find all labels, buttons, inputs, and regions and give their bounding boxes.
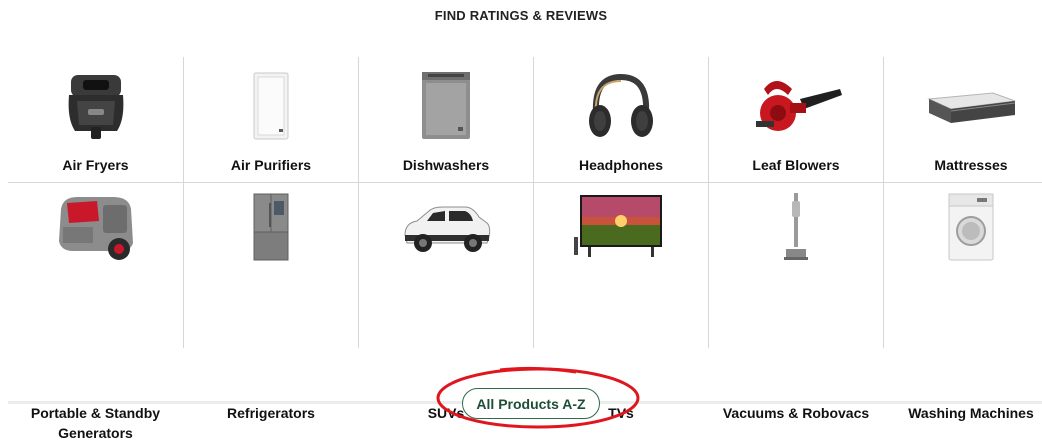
category-suvs[interactable]: SUVs bbox=[358, 183, 533, 421]
generator-icon bbox=[8, 191, 183, 263]
category-label: Portable & Standby Generators bbox=[30, 405, 161, 441]
category-label: Leaf Blowers bbox=[752, 157, 840, 173]
category-tvs[interactable]: TVs bbox=[533, 183, 708, 421]
category-label: Air Fryers bbox=[62, 157, 129, 173]
category-label: Vacuums & Robovacs bbox=[722, 405, 870, 421]
section-heading: FIND RATINGS & REVIEWS bbox=[434, 8, 608, 23]
suv-icon bbox=[359, 191, 533, 263]
category-label: Mattresses bbox=[934, 157, 1008, 173]
category-headphones[interactable]: Headphones bbox=[533, 57, 708, 183]
leaf-blower-icon bbox=[709, 67, 883, 142]
refrigerator-icon bbox=[184, 191, 358, 263]
air-fryer-icon bbox=[8, 67, 183, 142]
category-label: Refrigerators bbox=[227, 405, 315, 421]
category-vacuums[interactable]: Vacuums & Robovacs bbox=[708, 183, 883, 421]
category-air-purifiers[interactable]: Air Purifiers bbox=[183, 57, 358, 183]
mattress-icon bbox=[884, 67, 1042, 142]
all-products-az-button[interactable]: All Products A-Z bbox=[462, 388, 600, 419]
category-label: Air Purifiers bbox=[230, 157, 312, 173]
category-refrigerators[interactable]: Refrigerators bbox=[183, 183, 358, 421]
category-label: Washing Machines bbox=[908, 405, 1034, 421]
category-dishwashers[interactable]: Dishwashers bbox=[358, 57, 533, 183]
headphones-icon bbox=[534, 67, 708, 142]
category-label: Headphones bbox=[578, 157, 663, 173]
vacuum-icon bbox=[709, 191, 883, 263]
dishwasher-icon bbox=[359, 67, 533, 142]
category-label: Dishwashers bbox=[402, 157, 490, 173]
category-mattresses[interactable]: Mattresses bbox=[883, 57, 1042, 183]
category-air-fryers[interactable]: Air Fryers bbox=[8, 57, 183, 183]
category-grid: Air Fryers Air Purifiers Dishwashers Hea… bbox=[8, 57, 1042, 441]
washing-machine-icon bbox=[884, 191, 1042, 263]
air-purifier-icon bbox=[184, 67, 358, 142]
tv-icon bbox=[534, 191, 708, 263]
category-washing-machines[interactable]: Washing Machines bbox=[883, 183, 1042, 421]
category-generators[interactable]: Portable & Standby Generators bbox=[8, 183, 183, 441]
category-leaf-blowers[interactable]: Leaf Blowers bbox=[708, 57, 883, 183]
